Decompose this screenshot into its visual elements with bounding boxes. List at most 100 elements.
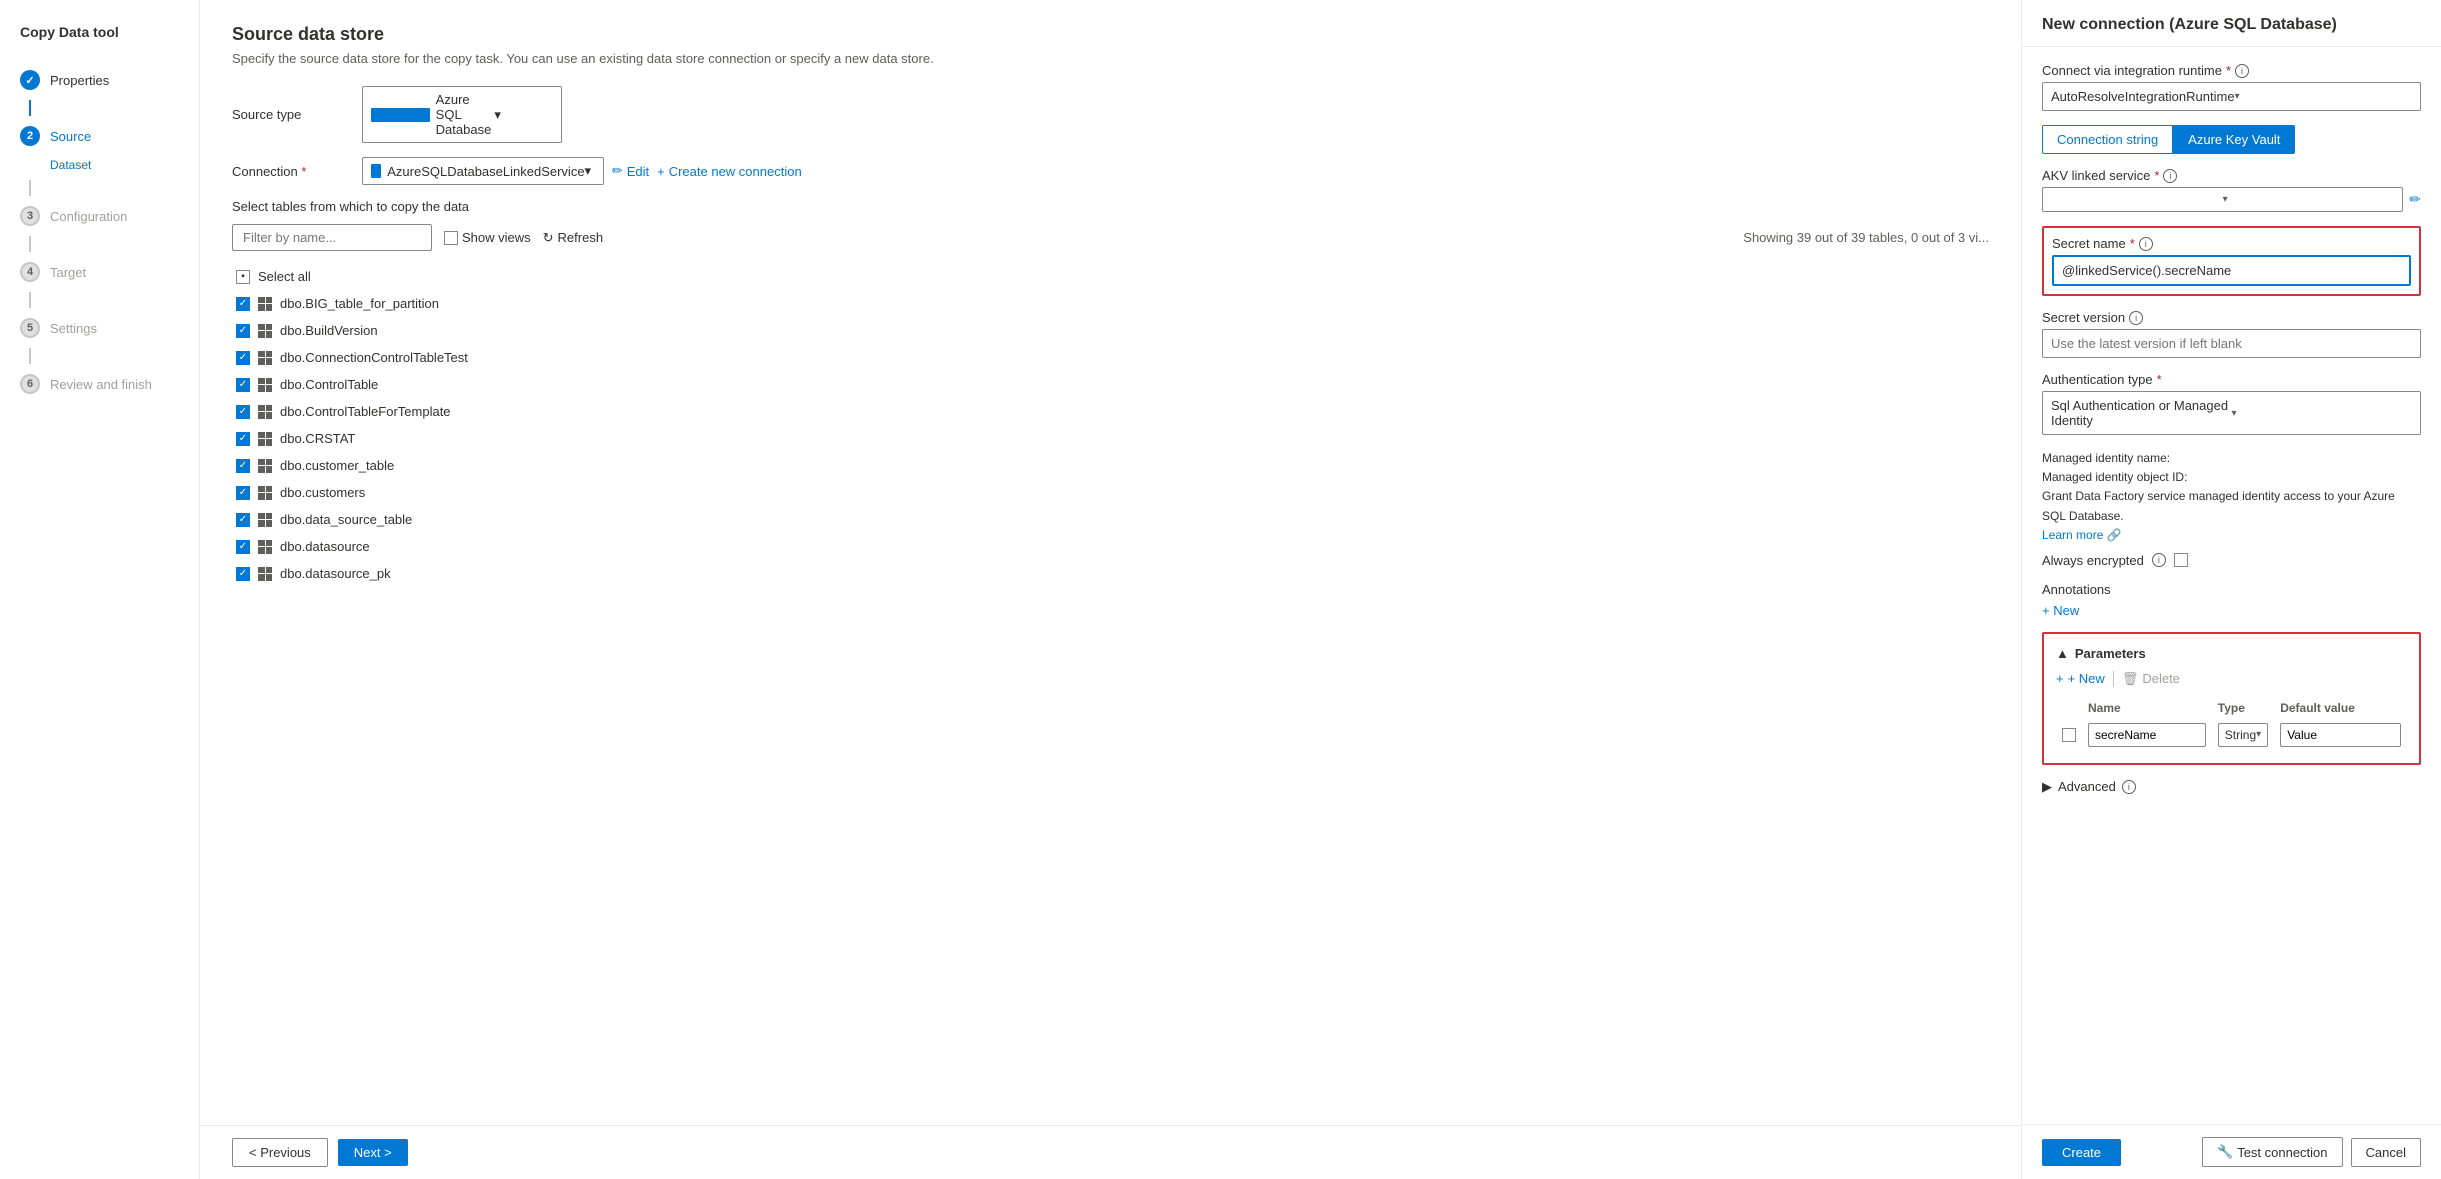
cancel-button[interactable]: Cancel: [2351, 1138, 2421, 1167]
table-name: dbo.customer_table: [280, 458, 394, 473]
select-all-checkbox[interactable]: [236, 270, 250, 284]
tables-title: Select tables from which to copy the dat…: [232, 199, 1989, 214]
panel-header: New connection (Azure SQL Database): [2022, 0, 2441, 47]
create-connection-button[interactable]: + Create new connection: [657, 164, 802, 179]
table-checkbox[interactable]: [236, 378, 250, 392]
connect-via-info-icon[interactable]: i: [2235, 64, 2249, 78]
refresh-icon: ↻: [543, 230, 554, 246]
params-delete-button[interactable]: 🗑 Delete: [2122, 671, 2180, 687]
table-row: dbo.BuildVersion: [232, 317, 1989, 344]
table-checkbox[interactable]: [236, 486, 250, 500]
table-checkbox[interactable]: [236, 540, 250, 554]
main-footer: < Previous Next >: [200, 1125, 2021, 1179]
advanced-header[interactable]: ▶ Advanced i: [2042, 779, 2421, 795]
sidebar-item-properties[interactable]: ✓ Properties: [0, 60, 199, 100]
always-encrypted-info-icon[interactable]: i: [2152, 553, 2166, 567]
params-header[interactable]: ▲ Parameters: [2056, 646, 2407, 661]
akv-linked-label: AKV linked service * i: [2042, 168, 2421, 183]
previous-button[interactable]: < Previous: [232, 1138, 328, 1167]
params-label: Parameters: [2075, 646, 2146, 661]
table-name: dbo.BuildVersion: [280, 323, 378, 338]
always-encrypted-row: Always encrypted i: [2042, 553, 2421, 568]
connection-tabs: Connection string Azure Key Vault: [2042, 125, 2421, 154]
table-checkbox[interactable]: [236, 351, 250, 365]
sidebar-item-review[interactable]: 6 Review and finish: [0, 364, 199, 404]
param-default-input[interactable]: [2280, 723, 2401, 747]
param-type-select[interactable]: String ▾: [2218, 723, 2268, 747]
table-grid-icon: [258, 540, 272, 554]
connection-select[interactable]: AzureSQLDatabaseLinkedService ▾: [362, 157, 604, 185]
refresh-button[interactable]: ↻ Refresh: [543, 230, 603, 246]
secret-name-group: Secret name * i: [2042, 226, 2421, 296]
nav-connector-2: [29, 180, 31, 196]
show-views-checkbox-row[interactable]: Show views: [444, 230, 531, 245]
param-checkbox[interactable]: [2062, 728, 2076, 742]
table-checkbox[interactable]: [236, 513, 250, 527]
nav-connector-3: [29, 236, 31, 252]
filter-input[interactable]: [232, 224, 432, 251]
tab-azure-key-vault[interactable]: Azure Key Vault: [2173, 125, 2295, 154]
nav-circle-target: 4: [20, 262, 40, 282]
select-all-row[interactable]: Select all: [232, 263, 1989, 290]
table-row: dbo.customer_table: [232, 452, 1989, 479]
param-name-input[interactable]: [2088, 723, 2206, 747]
secret-name-input[interactable]: [2052, 255, 2411, 286]
nav-connector-1: [29, 100, 31, 116]
table-row: dbo.datasource_pk: [232, 560, 1989, 587]
connect-via-label: Connect via integration runtime * i: [2042, 63, 2421, 78]
secret-name-info-icon[interactable]: i: [2139, 237, 2153, 251]
secret-version-input[interactable]: [2042, 329, 2421, 358]
connection-label: Connection *: [232, 164, 362, 179]
sidebar-item-dataset[interactable]: Dataset: [50, 156, 199, 174]
table-checkbox[interactable]: [236, 567, 250, 581]
show-views-checkbox[interactable]: [444, 231, 458, 245]
table-row: dbo.CRSTAT: [232, 425, 1989, 452]
table-grid-icon: [258, 297, 272, 311]
always-encrypted-checkbox[interactable]: [2174, 553, 2188, 567]
params-plus-icon: +: [2056, 671, 2064, 686]
table-name: dbo.data_source_table: [280, 512, 412, 527]
sidebar-item-settings[interactable]: 5 Settings: [0, 308, 199, 348]
panel-title: New connection (Azure SQL Database): [2042, 16, 2421, 34]
test-connection-button[interactable]: 🔧 Test connection: [2202, 1137, 2343, 1167]
table-checkbox[interactable]: [236, 297, 250, 311]
nav-circle-configuration: 3: [20, 206, 40, 226]
tables-toolbar: Show views ↻ Refresh Showing 39 out of 3…: [232, 224, 1989, 251]
table-name: dbo.customers: [280, 485, 365, 500]
table-row: dbo.BIG_table_for_partition: [232, 290, 1989, 317]
sidebar-item-target[interactable]: 4 Target: [0, 252, 199, 292]
next-button[interactable]: Next >: [338, 1139, 408, 1166]
akv-info-icon[interactable]: i: [2163, 169, 2177, 183]
secret-version-group: Secret version i: [2042, 310, 2421, 358]
create-button[interactable]: Create: [2042, 1139, 2121, 1166]
params-new-button[interactable]: + + New: [2056, 671, 2105, 686]
table-checkbox[interactable]: [236, 459, 250, 473]
connect-via-select[interactable]: AutoResolveIntegrationRuntime ▾: [2042, 82, 2421, 111]
auth-type-group: Authentication type * Sql Authentication…: [2042, 372, 2421, 435]
add-annotation-button[interactable]: + New: [2042, 603, 2421, 618]
secret-version-info-icon[interactable]: i: [2129, 311, 2143, 325]
table-row: dbo.ControlTableForTemplate: [232, 398, 1989, 425]
table-checkbox[interactable]: [236, 324, 250, 338]
sidebar-item-configuration[interactable]: 3 Configuration: [0, 196, 199, 236]
col-type: Type: [2212, 697, 2274, 719]
akv-linked-select[interactable]: ▾: [2042, 187, 2403, 212]
params-toolbar: + + New 🗑 Delete: [2056, 671, 2407, 687]
source-type-select[interactable]: Azure SQL Database ▾: [362, 86, 562, 143]
table-checkbox[interactable]: [236, 432, 250, 446]
learn-more-link[interactable]: Learn more: [2042, 528, 2103, 542]
source-type-row: Source type Azure SQL Database ▾: [232, 86, 1989, 143]
edit-button[interactable]: ✏ Edit: [612, 163, 649, 179]
table-grid-icon: [258, 351, 272, 365]
connection-value: AzureSQLDatabaseLinkedService: [387, 164, 584, 179]
table-row: dbo.data_source_table: [232, 506, 1989, 533]
auth-type-select[interactable]: Sql Authentication or Managed Identity ▾: [2042, 391, 2421, 435]
table-row: dbo.ControlTable: [232, 371, 1989, 398]
advanced-info-icon[interactable]: i: [2122, 780, 2136, 794]
sidebar-item-source[interactable]: 2 Source: [0, 116, 199, 156]
table-checkbox[interactable]: [236, 405, 250, 419]
akv-pencil-button[interactable]: ✏: [2409, 191, 2421, 208]
tab-connection-string[interactable]: Connection string: [2042, 125, 2173, 154]
table-row: dbo.customers: [232, 479, 1989, 506]
table-grid-icon: [258, 459, 272, 473]
